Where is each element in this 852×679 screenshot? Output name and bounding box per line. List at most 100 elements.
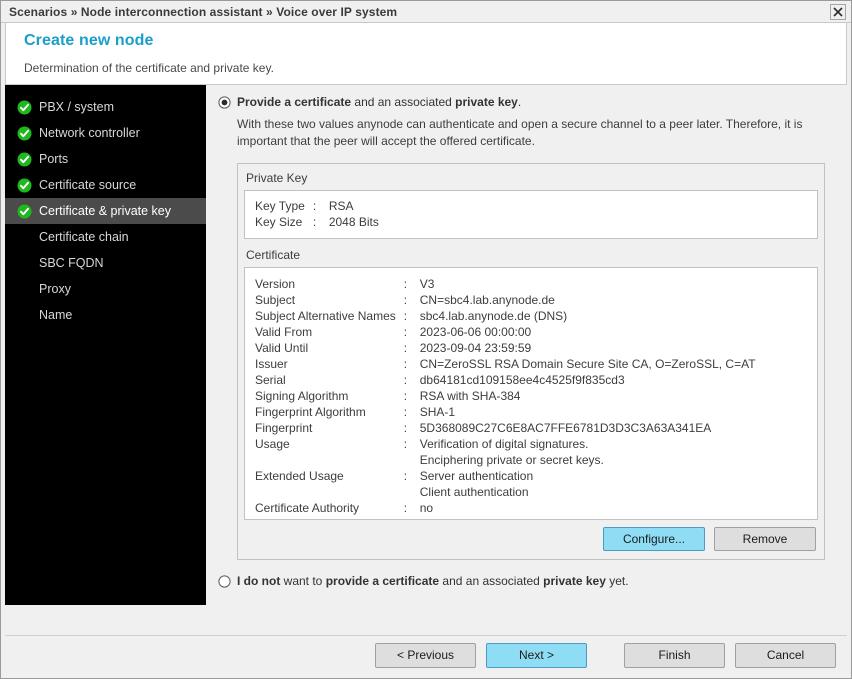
private-key-groupbox: Private Key Key Type: RSA Key Size:2048 Bi… — [237, 163, 825, 560]
sidebar-item-certificate-chain[interactable]: Certificate chain — [5, 224, 206, 250]
detail-row: Key Type: RSA — [255, 198, 379, 214]
detail-value-line: Verification of digital signatures. — [419, 437, 589, 451]
option-decline-certificate[interactable]: I do not want to provide a certificate a… — [218, 574, 835, 588]
close-icon — [833, 7, 843, 17]
sidebar-item-label: Network controller — [39, 126, 140, 140]
option-provide-text4: . — [517, 95, 522, 109]
sidebar-item-label: SBC FQDN — [39, 256, 104, 270]
detail-row: Valid Until:2023-09-04 23:59:59 — [255, 340, 756, 356]
detail-row: Issuer: CN=ZeroSSL RSA Domain Secure Site… — [255, 356, 756, 372]
sidebar-item-label: PBX / system — [39, 100, 115, 114]
finish-button[interactable]: Finish — [624, 642, 725, 668]
detail-value-line: CN=sbc4.lab.anynode.de — [419, 293, 555, 307]
detail-key: Issuer — [255, 357, 288, 371]
option-decline-text2: want to — [280, 574, 326, 588]
radio-selected-icon — [218, 96, 231, 109]
option-decline-text4: and an associated — [439, 574, 544, 588]
detail-value-line: Server authentication — [419, 469, 534, 483]
certificate-actions: Configure... Remove — [244, 520, 818, 553]
detail-value-line: Enciphering private or secret keys. — [419, 453, 604, 467]
detail-colon: : — [403, 341, 408, 355]
page-title: Create new node — [24, 32, 154, 49]
detail-row: Fingerprint Algorithm: SHA-1 — [255, 404, 756, 420]
sidebar-item-network-controller[interactable]: Network controller — [5, 120, 206, 146]
next-button[interactable]: Next > — [486, 642, 587, 668]
detail-value-line: SHA-1 — [419, 405, 456, 419]
remove-button[interactable]: Remove — [714, 527, 816, 551]
body: PBX / system Network controller Ports Certi… — [5, 85, 847, 605]
detail-value: CN=sbc4.lab.anynode.de — [414, 292, 756, 308]
detail-row: Fingerprint:5D368089C27C6E8AC7FFE6781D3D… — [255, 420, 756, 436]
check-circle-icon — [17, 204, 32, 219]
previous-button[interactable]: < Previous — [375, 642, 476, 668]
certificate-details: Version: V3 Subject: CN=sbc4.lab.anynode.de… — [244, 267, 818, 520]
sidebar-item-label: Certificate source — [39, 178, 137, 192]
detail-colon: : — [403, 373, 408, 387]
detail-value: 2023-06-06 00:00:00 — [414, 324, 756, 340]
detail-row: Valid From:2023-06-06 00:00:00 — [255, 324, 756, 340]
sidebar-item-pbx-system[interactable]: PBX / system — [5, 94, 206, 120]
detail-value: db64181cd109158ee4c4525f9f835cd3 — [414, 372, 756, 388]
certificate-label: Certificate — [246, 248, 301, 262]
detail-value-line: no — [419, 501, 434, 515]
detail-colon: : — [403, 357, 408, 371]
detail-value: Server authentication Client authenticati… — [414, 468, 756, 500]
private-key-label: Private Key — [246, 171, 308, 185]
check-circle-icon — [17, 152, 32, 167]
wizard-window: Scenarios » Node interconnection assista… — [0, 0, 852, 679]
detail-value: V3 — [414, 276, 756, 292]
sidebar-item-proxy[interactable]: Proxy — [5, 276, 206, 302]
option-provide-label: Provide a certificate and an associated … — [237, 95, 521, 109]
detail-key: Serial — [255, 373, 286, 387]
option-provide-description: With these two values anynode can authen… — [237, 117, 803, 148]
detail-key: Valid From — [255, 325, 313, 339]
detail-value: 2048 Bits — [323, 214, 379, 230]
detail-key: Extended Usage — [255, 469, 344, 483]
option-decline-text6: yet. — [605, 574, 629, 588]
detail-key: Certificate Authority — [255, 501, 360, 515]
detail-value: 2023-09-04 23:59:59 — [414, 340, 756, 356]
detail-colon: : — [403, 325, 408, 339]
detail-value-line: CN=ZeroSSL RSA Domain Secure Site CA, O=… — [419, 357, 756, 371]
cancel-button[interactable]: Cancel — [735, 642, 836, 668]
step-placeholder-icon — [17, 256, 32, 271]
title-bar: Scenarios » Node interconnection assista… — [1, 1, 851, 23]
configure-button[interactable]: Configure... — [603, 527, 705, 551]
detail-colon: : — [403, 501, 408, 515]
detail-value-line: 5D368089C27C6E8AC7FFE6781D3D3C3A63A341EA — [419, 421, 712, 435]
wizard-step-sidebar: PBX / system Network controller Ports Certi… — [5, 85, 206, 605]
detail-value: RSA — [323, 198, 379, 214]
option-decline-text3: provide a certificate — [325, 574, 440, 588]
close-button[interactable] — [830, 4, 846, 20]
sidebar-item-name[interactable]: Name — [5, 302, 206, 328]
detail-colon: : — [403, 469, 408, 483]
sidebar-item-sbc-fqdn[interactable]: SBC FQDN — [5, 250, 206, 276]
detail-row: Signing Algorithm: RSA with SHA-384 — [255, 388, 756, 404]
check-circle-icon — [17, 178, 32, 193]
detail-value: RSA with SHA-384 — [414, 388, 756, 404]
page-subtitle: Determination of the certificate and pri… — [24, 61, 274, 75]
step-placeholder-icon — [17, 230, 32, 245]
detail-row: Key Size:2048 Bits — [255, 214, 379, 230]
detail-colon: : — [403, 437, 408, 451]
detail-value-line: 2023-09-04 23:59:59 — [419, 341, 532, 355]
detail-value-line: Client authentication — [419, 485, 529, 499]
option-decline-label: I do not want to provide a certificate a… — [237, 574, 629, 588]
sidebar-item-certificate-private-key[interactable]: Certificate & private key — [5, 198, 206, 224]
detail-colon: : — [312, 199, 317, 213]
detail-value-line: sbc4.lab.anynode.de (DNS) — [419, 309, 568, 323]
detail-value-line: 2023-06-06 00:00:00 — [419, 325, 532, 339]
sidebar-item-certificate-source[interactable]: Certificate source — [5, 172, 206, 198]
detail-value: CN=ZeroSSL RSA Domain Secure Site CA, O=… — [414, 356, 756, 372]
wizard-header: Create new node Determination of the cer… — [5, 23, 847, 85]
detail-value: 5D368089C27C6E8AC7FFE6781D3D3C3A63A341EA — [414, 420, 756, 436]
detail-colon: : — [403, 389, 408, 403]
step-placeholder-icon — [17, 282, 32, 297]
detail-row: Serial: db64181cd109158ee4c4525f9f835cd3 — [255, 372, 756, 388]
sidebar-item-ports[interactable]: Ports — [5, 146, 206, 172]
detail-value-line: RSA with SHA-384 — [419, 389, 521, 403]
detail-key: Valid Until — [255, 341, 309, 355]
option-provide-certificate[interactable]: Provide a certificate and an associated … — [218, 95, 835, 109]
detail-colon: : — [403, 421, 408, 435]
detail-colon: : — [312, 215, 317, 229]
